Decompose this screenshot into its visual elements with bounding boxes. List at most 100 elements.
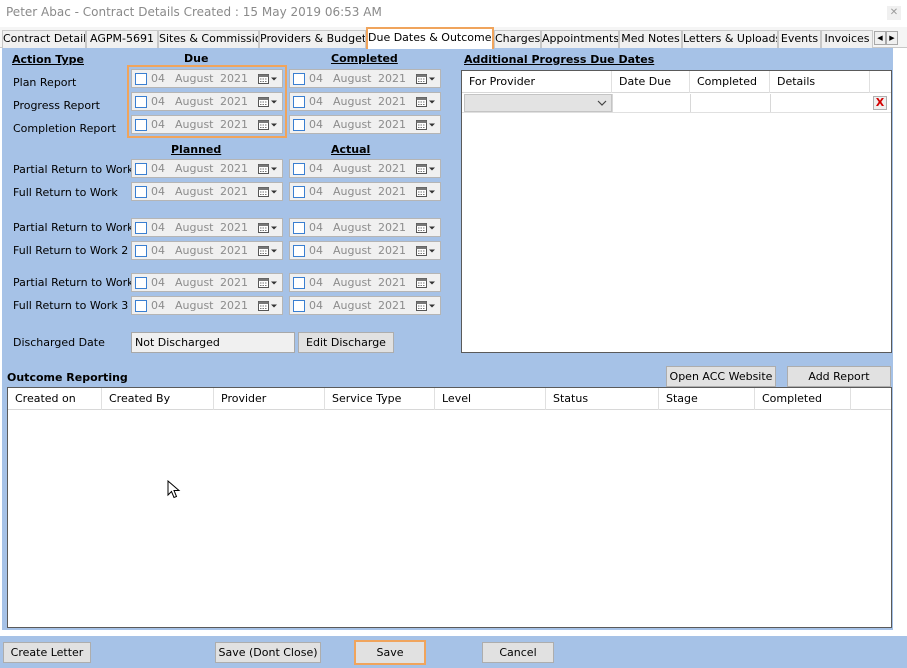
row-label-plan-report: Plan Report [13, 76, 77, 89]
date-checkbox[interactable] [293, 119, 305, 131]
tab-letters-uploads[interactable]: Letters & Uploads [682, 30, 778, 48]
col-date-due[interactable]: Date Due [612, 71, 690, 93]
date-month: August [175, 244, 214, 257]
col-completed[interactable]: Completed [690, 71, 770, 93]
actual-date-partial-rtw-2[interactable]: 04 August 2021 [289, 218, 441, 237]
save-button[interactable]: Save [354, 640, 426, 665]
calendar-dropdown-icon[interactable] [416, 300, 436, 312]
date-day: 04 [151, 244, 165, 257]
date-checkbox[interactable] [135, 119, 147, 131]
cancel-button[interactable]: Cancel [482, 642, 554, 663]
planned-date-full-rtw-2[interactable]: 04 August 2021 [131, 241, 283, 260]
date-year: 2021 [220, 221, 248, 234]
date-checkbox[interactable] [135, 186, 147, 198]
planned-date-partial-rtw[interactable]: 04 August 2021 [131, 159, 283, 178]
delete-row-icon[interactable]: X [873, 96, 887, 110]
open-acc-website-button[interactable]: Open ACC Website [666, 366, 776, 387]
col-provider[interactable]: Provider [214, 388, 325, 410]
actual-date-partial-rtw-3[interactable]: 04 August 2021 [289, 273, 441, 292]
date-checkbox[interactable] [135, 96, 147, 108]
date-checkbox[interactable] [135, 73, 147, 85]
provider-combo[interactable] [464, 94, 612, 112]
tab-events[interactable]: Events [778, 30, 821, 48]
due-date-progress-report[interactable]: 04 August 2021 [131, 92, 283, 111]
date-checkbox[interactable] [135, 245, 147, 257]
date-checkbox[interactable] [293, 73, 305, 85]
col-status[interactable]: Status [546, 388, 659, 410]
planned-date-full-rtw[interactable]: 04 August 2021 [131, 182, 283, 201]
date-month: August [175, 118, 214, 131]
tab-agpm-5691[interactable]: AGPM-5691 [86, 30, 158, 48]
date-checkbox[interactable] [293, 186, 305, 198]
calendar-dropdown-icon[interactable] [416, 277, 436, 289]
calendar-dropdown-icon[interactable] [416, 73, 436, 85]
calendar-dropdown-icon[interactable] [258, 300, 278, 312]
additional-grid-header: For Provider Date Due Completed Details [462, 71, 891, 93]
date-checkbox[interactable] [293, 277, 305, 289]
completed-date-progress-report[interactable]: 04 August 2021 [289, 92, 441, 111]
actual-date-full-rtw-2[interactable]: 04 August 2021 [289, 241, 441, 260]
calendar-dropdown-icon[interactable] [416, 119, 436, 131]
tab-sites-commission[interactable]: Sites & Commission [158, 30, 259, 48]
calendar-dropdown-icon[interactable] [258, 245, 278, 257]
tab-due-dates-outcomes[interactable]: Due Dates & Outcomes [366, 27, 494, 49]
save-dont-close-button[interactable]: Save (Dont Close) [215, 642, 321, 663]
planned-date-full-rtw-3[interactable]: 04 August 2021 [131, 296, 283, 315]
tab-providers-budgets[interactable]: Providers & Budgets [259, 30, 366, 48]
actual-date-full-rtw[interactable]: 04 August 2021 [289, 182, 441, 201]
date-year: 2021 [220, 118, 248, 131]
date-checkbox[interactable] [135, 300, 147, 312]
calendar-dropdown-icon[interactable] [416, 245, 436, 257]
date-day: 04 [151, 162, 165, 175]
due-date-plan-report[interactable]: 04 August 2021 [131, 69, 283, 88]
planned-header: Planned [171, 143, 222, 156]
add-report-button[interactable]: Add Report [787, 366, 891, 387]
tab-contract-details[interactable]: Contract Details [2, 30, 86, 48]
col-level[interactable]: Level [435, 388, 546, 410]
close-icon[interactable]: ✕ [887, 6, 901, 20]
calendar-dropdown-icon[interactable] [416, 222, 436, 234]
date-checkbox[interactable] [135, 163, 147, 175]
col-created-on[interactable]: Created on [8, 388, 102, 410]
col-stage[interactable]: Stage [659, 388, 755, 410]
calendar-dropdown-icon[interactable] [258, 73, 278, 85]
tab-scroll-right-icon[interactable]: ▶ [886, 31, 898, 45]
actual-date-partial-rtw[interactable]: 04 August 2021 [289, 159, 441, 178]
calendar-dropdown-icon[interactable] [258, 163, 278, 175]
planned-date-partial-rtw-3[interactable]: 04 August 2021 [131, 273, 283, 292]
calendar-dropdown-icon[interactable] [258, 119, 278, 131]
completed-date-plan-report[interactable]: 04 August 2021 [289, 69, 441, 88]
edit-discharge-button[interactable]: Edit Discharge [298, 332, 394, 353]
date-checkbox[interactable] [135, 222, 147, 234]
calendar-dropdown-icon[interactable] [258, 186, 278, 198]
date-checkbox[interactable] [293, 96, 305, 108]
tab-appointments[interactable]: Appointments [541, 30, 619, 48]
col-service-type[interactable]: Service Type [325, 388, 435, 410]
col-details[interactable]: Details [770, 71, 870, 93]
completed-date-completion-report[interactable]: 04 August 2021 [289, 115, 441, 134]
tab-scroll-left-icon[interactable]: ◀ [874, 31, 886, 45]
date-year: 2021 [378, 185, 406, 198]
calendar-dropdown-icon[interactable] [416, 163, 436, 175]
planned-date-partial-rtw-2[interactable]: 04 August 2021 [131, 218, 283, 237]
calendar-dropdown-icon[interactable] [416, 186, 436, 198]
create-letter-button[interactable]: Create Letter [3, 642, 91, 663]
date-day: 04 [309, 118, 323, 131]
calendar-dropdown-icon[interactable] [416, 96, 436, 108]
calendar-dropdown-icon[interactable] [258, 277, 278, 289]
due-date-completion-report[interactable]: 04 August 2021 [131, 115, 283, 134]
date-checkbox[interactable] [293, 163, 305, 175]
date-checkbox[interactable] [293, 245, 305, 257]
tab-med-notes[interactable]: Med Notes [619, 30, 682, 48]
col-created-by[interactable]: Created By [102, 388, 214, 410]
actual-date-full-rtw-3[interactable]: 04 August 2021 [289, 296, 441, 315]
date-checkbox[interactable] [135, 277, 147, 289]
date-checkbox[interactable] [293, 300, 305, 312]
calendar-dropdown-icon[interactable] [258, 222, 278, 234]
tab-charges[interactable]: Charges [494, 30, 541, 48]
col-completed-outcome[interactable]: Completed [755, 388, 851, 410]
col-for-provider[interactable]: For Provider [462, 71, 612, 93]
date-checkbox[interactable] [293, 222, 305, 234]
calendar-dropdown-icon[interactable] [258, 96, 278, 108]
tab-invoices[interactable]: Invoices [821, 30, 873, 48]
